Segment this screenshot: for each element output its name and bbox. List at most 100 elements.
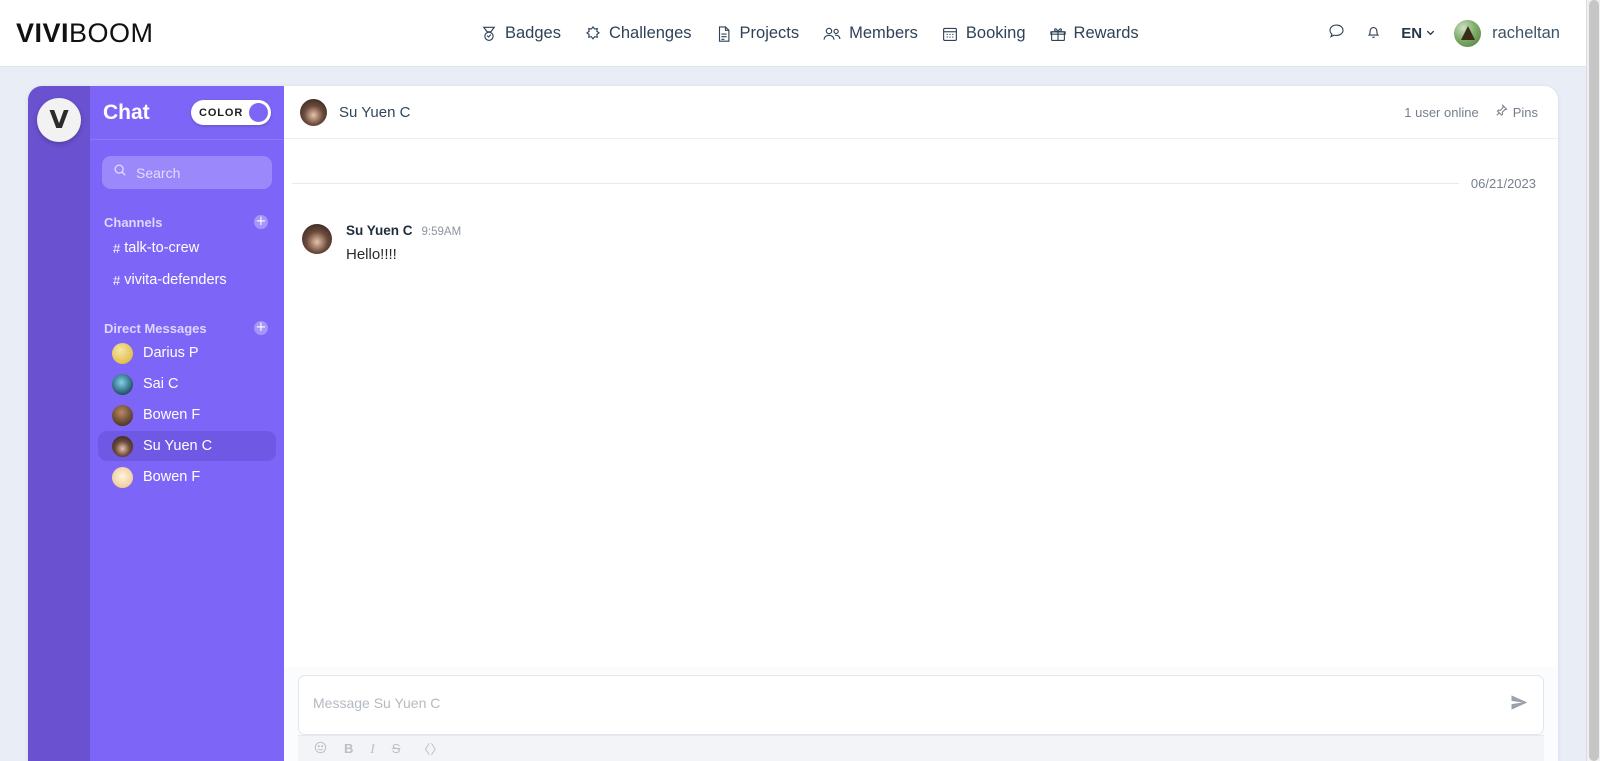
sidebar-dm-sai-c[interactable]: Sai C	[98, 369, 276, 399]
conversation-panel: Su Yuen C 1 user online Pins 06/21/2023 …	[284, 86, 1558, 761]
message-author: Su Yuen C	[346, 223, 413, 238]
gift-icon	[1049, 25, 1067, 43]
avatar	[300, 98, 327, 126]
chat-sidebar: Chat COLOR Search Channels + # talk-to-c…	[90, 86, 284, 761]
message-body: Su Yuen C 9:59AM Hello!!!!	[346, 223, 461, 263]
search-icon	[113, 163, 127, 182]
nav-label: Projects	[739, 24, 800, 42]
browser-scrollbar[interactable]	[1586, 0, 1600, 761]
nav-label: Rewards	[1073, 24, 1139, 42]
top-right-controls: EN racheltan	[1327, 0, 1560, 67]
message-input[interactable]: Message Su Yuen C	[298, 675, 1544, 735]
workspace-logo[interactable]: V	[37, 98, 81, 142]
color-toggle-knob	[249, 103, 268, 122]
app-logo[interactable]: VIVIBOOM	[16, 17, 154, 48]
divider-line	[292, 183, 1459, 184]
workspace-rail: V	[28, 86, 90, 761]
message-list: 06/21/2023 Su Yuen C 9:59AM Hello!!!!	[284, 139, 1558, 667]
pin-icon	[1495, 104, 1508, 120]
pins-button[interactable]: Pins	[1495, 104, 1538, 120]
channels-title: Channels	[104, 214, 163, 230]
add-dm-button[interactable]: +	[254, 321, 268, 335]
message-meta: Su Yuen C 9:59AM	[346, 223, 461, 238]
language-label: EN	[1401, 25, 1423, 42]
channel-label: talk-to-crew	[124, 240, 200, 256]
nav-item-projects[interactable]: Projects	[715, 24, 800, 43]
nav-item-challenges[interactable]: Challenges	[584, 24, 692, 43]
message-input-placeholder: Message Su Yuen C	[313, 695, 441, 711]
user-menu[interactable]: racheltan	[1454, 20, 1560, 47]
dm-label: Bowen F	[143, 407, 201, 423]
search-input[interactable]: Search	[102, 156, 272, 189]
message-time: 9:59AM	[421, 226, 462, 238]
medal-icon	[480, 25, 498, 43]
color-toggle-label: COLOR	[199, 106, 244, 119]
conversation-meta: 1 user online Pins	[1404, 104, 1538, 120]
sidebar-title: Chat	[103, 100, 150, 124]
sidebar-dm-su-yuen-c[interactable]: Su Yuen C	[98, 431, 276, 461]
bell-icon[interactable]	[1364, 22, 1383, 46]
page-body: V Chat COLOR Search Channels + # talk-to…	[0, 67, 1586, 761]
avatar	[112, 404, 133, 426]
formatting-toolbar: B I S 〈〉	[298, 735, 1544, 761]
sidebar-dm-bowen-f-2[interactable]: Bowen F	[98, 462, 276, 492]
dm-label: Darius P	[143, 345, 199, 361]
sidebar-channel-talk-to-crew[interactable]: # talk-to-crew	[90, 233, 284, 263]
message-text: Hello!!!!	[346, 246, 397, 263]
nav-label: Badges	[505, 24, 561, 42]
strikethrough-icon[interactable]: S	[392, 741, 401, 756]
chat-bubble-icon[interactable]	[1327, 22, 1346, 46]
avatar	[302, 224, 332, 254]
bold-icon[interactable]: B	[344, 741, 353, 756]
chevron-down-icon	[1425, 25, 1436, 42]
main-nav: Badges Challenges Projects Members Booki…	[480, 0, 1139, 67]
logo-light-part: BOOM	[69, 17, 154, 48]
nav-item-members[interactable]: Members	[822, 24, 918, 43]
dm-label: Sai C	[143, 376, 179, 392]
nav-item-badges[interactable]: Badges	[480, 24, 561, 43]
sidebar-dm-bowen-f-1[interactable]: Bowen F	[98, 400, 276, 430]
language-selector[interactable]: EN	[1401, 25, 1436, 42]
avatar	[112, 466, 133, 488]
conversation-header: Su Yuen C 1 user online Pins	[284, 86, 1558, 139]
dm-group-header: Direct Messages +	[90, 319, 284, 337]
channel-label: vivita-defenders	[124, 272, 227, 288]
dm-title: Direct Messages	[104, 320, 207, 336]
document-icon	[715, 25, 733, 43]
online-status: 1 user online	[1404, 104, 1479, 120]
italic-icon[interactable]: I	[370, 741, 374, 757]
send-icon[interactable]	[1509, 693, 1529, 718]
emoji-icon[interactable]	[314, 741, 327, 757]
avatar	[112, 373, 133, 395]
pins-label: Pins	[1512, 104, 1538, 120]
nav-item-booking[interactable]: Booking	[941, 24, 1026, 43]
nav-item-rewards[interactable]: Rewards	[1049, 24, 1139, 43]
message-item: Su Yuen C 9:59AM Hello!!!!	[284, 191, 1558, 263]
sidebar-header: Chat COLOR	[90, 86, 284, 140]
channels-group-header: Channels +	[90, 213, 284, 231]
dm-label: Su Yuen C	[143, 438, 213, 454]
top-navigation-bar: VIVIBOOM Badges Challenges Projects Memb…	[0, 0, 1586, 67]
avatar	[1454, 20, 1482, 47]
calendar-icon	[941, 25, 959, 43]
add-channel-button[interactable]: +	[254, 215, 268, 229]
chat-application: V Chat COLOR Search Channels + # talk-to…	[28, 86, 1558, 761]
people-icon	[822, 25, 842, 43]
dm-label: Bowen F	[143, 469, 201, 485]
message-composer: Message Su Yuen C B I S 〈〉	[284, 667, 1558, 761]
color-toggle[interactable]: COLOR	[191, 100, 271, 125]
divider-date: 06/21/2023	[1470, 176, 1536, 191]
sidebar-channel-vivita-defenders[interactable]: # vivita-defenders	[90, 265, 284, 295]
puzzle-icon	[584, 25, 602, 43]
scrollbar-thumb[interactable]	[1589, 0, 1599, 761]
nav-label: Members	[849, 24, 918, 42]
code-icon[interactable]: 〈〉	[417, 739, 443, 758]
sidebar-dm-darius-p[interactable]: Darius P	[98, 338, 276, 368]
workspace-logo-letter: V	[49, 104, 69, 134]
nav-label: Challenges	[608, 24, 692, 42]
logo-bold-part: VIVI	[16, 17, 70, 48]
username-label: racheltan	[1492, 24, 1560, 42]
nav-label: Booking	[965, 24, 1026, 42]
hash-icon: #	[113, 240, 121, 256]
date-divider: 06/21/2023	[284, 139, 1558, 191]
